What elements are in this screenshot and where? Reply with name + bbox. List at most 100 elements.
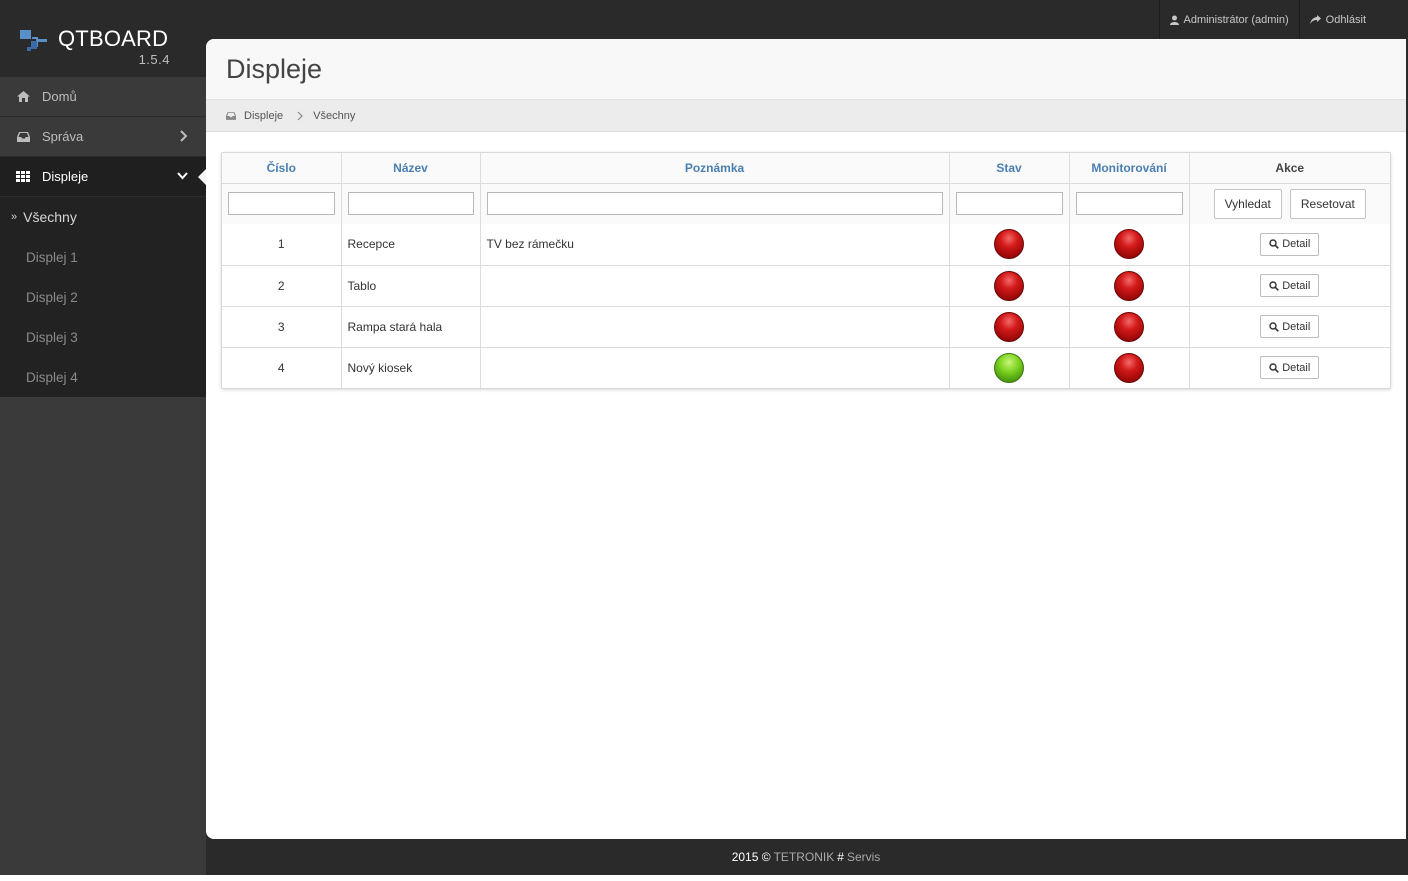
cell-nazev: Recepce	[341, 224, 481, 266]
cell-cislo: 4	[222, 347, 342, 388]
sidebar-subitem-label: Displej 4	[26, 369, 78, 385]
logout-link[interactable]: Odhlásit	[1298, 0, 1408, 39]
breadcrumb-current: Všechny	[313, 109, 356, 122]
user-account-link[interactable]: Administrátor (admin)	[1158, 0, 1299, 39]
user-name: Administrátor (admin)	[1183, 13, 1289, 26]
sidebar-subitem-label: Displej 1	[26, 249, 78, 265]
detail-button[interactable]: Detail	[1260, 232, 1320, 256]
inbox-icon	[16, 130, 30, 144]
detail-button-label: Detail	[1282, 279, 1311, 292]
breadcrumb-root[interactable]: Displeje	[244, 110, 283, 122]
filter-poznamka-input[interactable]	[486, 192, 943, 216]
sidebar-subitem-vsechny[interactable]: » Všechny	[0, 197, 206, 237]
status-indicator-red	[994, 270, 1024, 301]
sidebar-subitem-label: Displej 2	[26, 289, 78, 305]
footer-brand-link[interactable]: TETRONIK	[774, 850, 835, 864]
page-title: Displeje	[226, 53, 323, 84]
monitoring-indicator-red	[1114, 311, 1144, 342]
share-icon	[1309, 15, 1321, 24]
detail-button-label: Detail	[1282, 320, 1311, 333]
sidebar-subitem-displej-4[interactable]: Displej 4	[0, 357, 206, 397]
cell-cislo: 1	[222, 224, 342, 266]
footer-hash: #	[837, 850, 844, 864]
sidebar-item-label: Správa	[42, 129, 84, 144]
qtboard-logo-icon	[20, 30, 47, 51]
filter-monitorovani-input[interactable]	[1075, 192, 1183, 216]
logout-label: Odhlásit	[1325, 13, 1366, 26]
table-header-row: Číslo Název Poznámka Stav Monitorování A…	[222, 153, 1390, 184]
detail-button-label: Detail	[1282, 238, 1311, 251]
filter-nazev-input[interactable]	[347, 192, 474, 216]
chevron-right-icon	[180, 130, 188, 142]
top-bar: Administrátor (admin) Odhlásit	[0, 0, 1408, 39]
cell-cislo: 2	[222, 265, 342, 307]
filter-stav-input[interactable]	[955, 192, 1063, 216]
footer-servis-link[interactable]: Servis	[847, 850, 880, 864]
sidebar-item-sprava[interactable]: Správa	[0, 117, 206, 157]
chevron-down-icon	[177, 172, 188, 180]
cell-poznamka: TV bez rámečku	[480, 224, 950, 266]
filter-cislo-input[interactable]	[228, 192, 335, 216]
inbox-icon	[226, 111, 236, 120]
sidebar-item-label: Domů	[42, 89, 77, 104]
page-header: Displeje	[206, 39, 1406, 100]
user-icon	[1169, 15, 1179, 25]
status-indicator-red	[994, 311, 1024, 342]
footer: 2015 © TETRONIK # Servis	[206, 839, 1406, 875]
search-icon	[1269, 321, 1280, 332]
brand[interactable]: QTBOARD 1.5.4	[0, 0, 206, 77]
displays-table: Číslo Název Poznámka Stav Monitorování A…	[221, 152, 1391, 389]
cell-poznamka	[480, 306, 950, 348]
monitoring-indicator-red	[1114, 352, 1144, 383]
chevron-right-icon	[297, 111, 303, 120]
user-menu: Administrátor (admin) Odhlásit	[1158, 0, 1408, 39]
sidebar-item-displeje[interactable]: Displeje	[0, 157, 206, 197]
sidebar-subitem-displej-1[interactable]: Displej 1	[0, 237, 206, 277]
sidebar-subitem-label: Všechny	[23, 209, 77, 225]
reset-button[interactable]: Resetovat	[1289, 188, 1366, 219]
detail-button[interactable]: Detail	[1260, 356, 1320, 380]
filter-row: Vyhledat Resetovat	[222, 183, 1390, 224]
sidebar: Domů Správa Displeje » Všechny Displej 1…	[0, 77, 206, 881]
search-icon	[1269, 363, 1280, 373]
column-header-stav[interactable]: Stav	[949, 153, 1070, 184]
column-header-monitorovani[interactable]: Monitorování	[1069, 153, 1190, 184]
cell-nazev: Rampa stará hala	[341, 306, 481, 348]
app-name: QTBOARD	[58, 26, 169, 51]
column-header-poznamka[interactable]: Poznámka	[480, 153, 950, 184]
grid-icon	[16, 170, 30, 184]
sidebar-subitem-displej-2[interactable]: Displej 2	[0, 277, 206, 317]
table-row: 4 Nový kiosek Detail	[222, 347, 1390, 388]
main-panel: Displeje Displeje Všechny Číslo Název Po…	[206, 39, 1406, 839]
footer-copyright: 2015 ©	[731, 850, 771, 864]
search-button[interactable]: Vyhledat	[1213, 188, 1282, 219]
sidebar-item-domu[interactable]: Domů	[0, 77, 206, 117]
status-indicator-red	[994, 229, 1024, 260]
detail-button[interactable]: Detail	[1260, 274, 1320, 297]
column-header-cislo[interactable]: Číslo	[222, 153, 342, 184]
app-version: 1.5.4	[138, 52, 170, 67]
monitoring-indicator-red	[1114, 229, 1144, 260]
search-icon	[1269, 280, 1280, 291]
detail-button[interactable]: Detail	[1260, 315, 1320, 338]
cell-cislo: 3	[222, 306, 342, 348]
table-row: 2 Tablo Detail	[222, 265, 1390, 307]
sidebar-subitem-displej-3[interactable]: Displej 3	[0, 317, 206, 357]
cell-poznamka	[480, 347, 950, 388]
monitoring-indicator-red	[1114, 270, 1144, 301]
cell-nazev: Nový kiosek	[341, 347, 481, 388]
status-indicator-green	[994, 352, 1024, 383]
double-chevron-right-icon: »	[11, 211, 18, 223]
sidebar-nav: Domů Správa Displeje » Všechny Displej 1…	[0, 77, 206, 397]
table-row: 3 Rampa stará hala Detail	[222, 306, 1390, 348]
breadcrumb: Displeje Všechny	[206, 100, 1406, 132]
search-icon	[1269, 239, 1280, 250]
home-icon	[16, 90, 30, 104]
detail-button-label: Detail	[1282, 361, 1311, 374]
sidebar-subitem-label: Displej 3	[26, 329, 78, 345]
cell-poznamka	[480, 265, 950, 307]
column-header-akce: Akce	[1189, 153, 1390, 184]
sidebar-item-label: Displeje	[42, 169, 89, 184]
cell-nazev: Tablo	[341, 265, 481, 307]
column-header-nazev[interactable]: Název	[341, 153, 481, 184]
